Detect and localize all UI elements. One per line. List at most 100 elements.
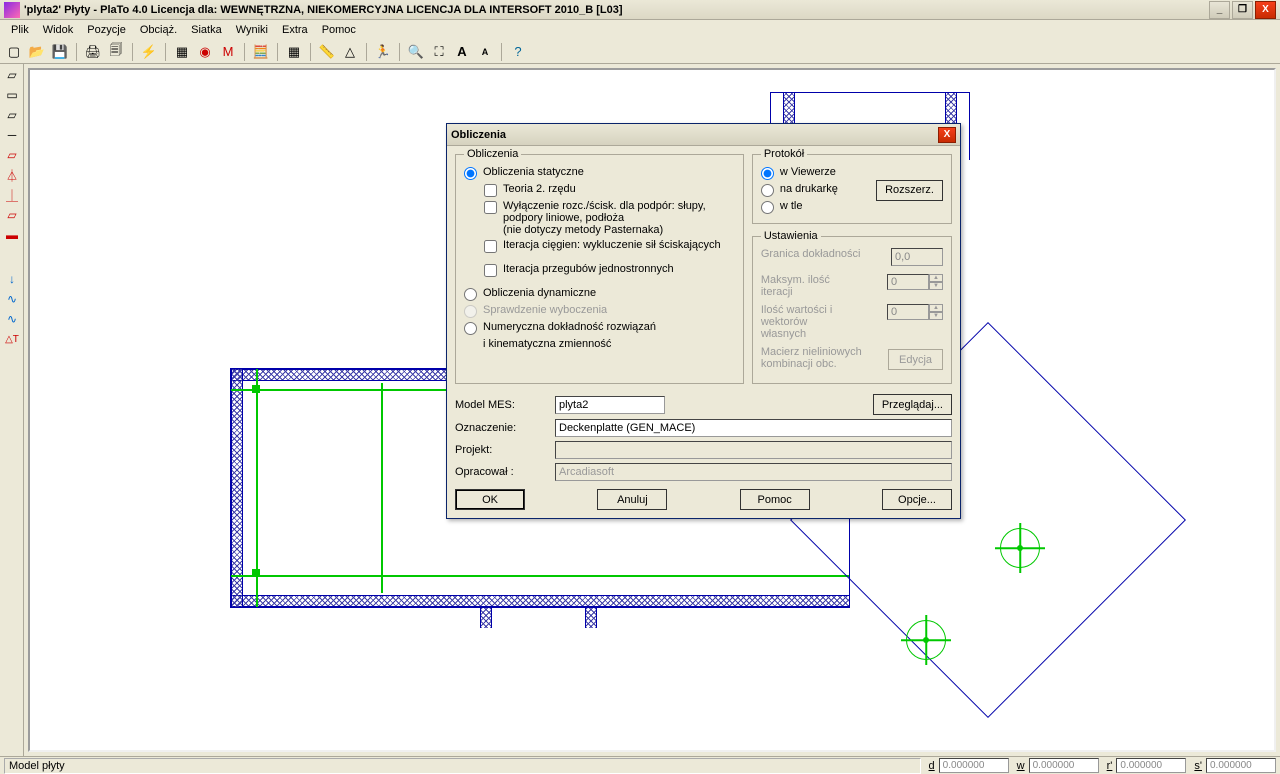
red-line-icon[interactable]: ▱ bbox=[2, 206, 22, 224]
save-icon[interactable]: 💾 bbox=[50, 42, 70, 62]
radio-print[interactable] bbox=[761, 184, 774, 197]
delta-t-icon[interactable]: △T bbox=[2, 330, 22, 348]
label-macierz: Macierz nieliniowych kombinacji obc. bbox=[761, 346, 871, 370]
status-w-label: w bbox=[1017, 760, 1025, 772]
label-theory: Teoria 2. rzędu bbox=[503, 183, 576, 195]
wizard-icon[interactable]: ⚡ bbox=[139, 42, 159, 62]
button-anuluj[interactable]: Anuluj bbox=[597, 489, 667, 510]
print-preview-icon[interactable]: 🗐 bbox=[106, 42, 126, 62]
spin-ilosc: ▲▼ bbox=[887, 304, 943, 320]
label-iter-cieg: Iteracja cięgien: wykluczenie sił ściska… bbox=[503, 239, 721, 251]
button-przegladaj[interactable]: Przeglądaj... bbox=[873, 394, 952, 415]
radio-stab bbox=[464, 305, 477, 318]
edge2-tool-icon[interactable]: ▭ bbox=[2, 86, 22, 104]
curve-icon[interactable]: ∿ bbox=[2, 290, 22, 308]
check-iter-przeg[interactable] bbox=[484, 264, 497, 277]
run-icon[interactable]: 🏃 bbox=[373, 42, 393, 62]
m-icon[interactable]: M bbox=[218, 42, 238, 62]
arrow-down-icon[interactable]: ↓ bbox=[2, 270, 22, 288]
menubar: Plik Widok Pozycje Obciąż. Siatka Wyniki… bbox=[0, 20, 1280, 40]
label-projekt: Projekt: bbox=[455, 444, 555, 456]
menu-widok[interactable]: Widok bbox=[36, 22, 81, 38]
radio-dynamic[interactable] bbox=[464, 288, 477, 301]
check-theory[interactable] bbox=[484, 184, 497, 197]
label-dynamic: Obliczenia dynamiczne bbox=[483, 287, 596, 299]
print-icon[interactable]: 🖨 bbox=[83, 42, 103, 62]
check-wylacz[interactable] bbox=[484, 201, 497, 214]
menu-siatka[interactable]: Siatka bbox=[184, 22, 229, 38]
menu-extra[interactable]: Extra bbox=[275, 22, 315, 38]
menu-pomoc[interactable]: Pomoc bbox=[315, 22, 363, 38]
dialog-title: Obliczenia bbox=[451, 129, 938, 141]
button-opcje[interactable]: Opcje... bbox=[882, 489, 952, 510]
label-granica: Granica dokładności bbox=[761, 248, 861, 260]
zoom-icon[interactable]: 🔍 bbox=[406, 42, 426, 62]
button-rozszerz[interactable]: Rozszerz. bbox=[876, 180, 943, 201]
input-ozn[interactable] bbox=[555, 419, 952, 437]
support-h-icon[interactable]: ⏊ bbox=[2, 186, 22, 204]
label-maks: Maksym. ilość iteracji bbox=[761, 274, 851, 298]
status-d bbox=[939, 758, 1009, 773]
radio-static[interactable] bbox=[464, 167, 477, 180]
dialog-close-icon[interactable]: X bbox=[938, 127, 956, 143]
input-granica bbox=[891, 248, 943, 266]
button-edycja: Edycja bbox=[888, 349, 943, 370]
button-ok[interactable]: OK bbox=[455, 489, 525, 510]
status-s-label: s' bbox=[1194, 760, 1202, 772]
close-button[interactable]: X bbox=[1255, 1, 1276, 19]
status-r bbox=[1116, 758, 1186, 773]
radio-numeric[interactable] bbox=[464, 322, 477, 335]
new-icon[interactable]: ▢ bbox=[4, 42, 24, 62]
open-icon[interactable]: 📂 bbox=[27, 42, 47, 62]
menu-obciaz[interactable]: Obciąż. bbox=[133, 22, 184, 38]
menu-wyniki[interactable]: Wyniki bbox=[229, 22, 275, 38]
font-large-icon[interactable]: A bbox=[452, 42, 472, 62]
left-toolbar: ▱ ▭ ▱ ─ ▱ ⏃ ⏊ ▱ ▬ ↓ ∿ ∿ △T bbox=[0, 64, 24, 756]
label-stab: Sprawdzenie wyboczenia bbox=[483, 304, 607, 316]
toolbar: ▢ 📂 💾 🖨 🗐 ⚡ ▦ ◉ M 🧮 ▦ 📏 △ 🏃 🔍 ⛶ A A ? bbox=[0, 40, 1280, 64]
red-edge-icon[interactable]: ▱ bbox=[2, 146, 22, 164]
dialog-titlebar[interactable]: Obliczenia X bbox=[447, 124, 960, 146]
label-numeric: Numeryczna dokładność rozwiązań bbox=[483, 321, 656, 333]
label-iter-przeg: Iteracja przegubów jednostronnych bbox=[503, 263, 674, 275]
status-s bbox=[1206, 758, 1276, 773]
status-d-label: d bbox=[929, 760, 935, 772]
mesh-icon[interactable]: ▦ bbox=[284, 42, 304, 62]
red-bar-icon[interactable]: ▬ bbox=[2, 226, 22, 244]
statusbar: Model płyty d w r' s' bbox=[0, 756, 1280, 774]
check-iter-cieg[interactable] bbox=[484, 240, 497, 253]
radio-bg[interactable] bbox=[761, 201, 774, 214]
label-wylacz: Wyłączenie rozc./ścisk. dla podpór: słup… bbox=[503, 200, 735, 236]
measure-icon[interactable]: 📏 bbox=[317, 42, 337, 62]
label-print: na drukarkę bbox=[780, 183, 838, 195]
maximize-button[interactable]: ❐ bbox=[1232, 1, 1253, 19]
spin-maks: ▲▼ bbox=[887, 274, 943, 290]
status-w bbox=[1029, 758, 1099, 773]
curve2-icon[interactable]: ∿ bbox=[2, 310, 22, 328]
input-projekt bbox=[555, 441, 952, 459]
window-title: 'plyta2' Płyty - PlaTo 4.0 Licencja dla:… bbox=[24, 4, 1207, 16]
minimize-button[interactable]: _ bbox=[1209, 1, 1230, 19]
label-bg: w tle bbox=[780, 200, 803, 212]
radio-viewer[interactable] bbox=[761, 167, 774, 180]
input-model[interactable] bbox=[555, 396, 665, 414]
button-pomoc[interactable]: Pomoc bbox=[740, 489, 810, 510]
dialog-obliczenia: Obliczenia X Obliczenia Obliczenia staty… bbox=[446, 123, 961, 519]
label-viewer: w Viewerze bbox=[780, 166, 836, 178]
group-calc-legend: Obliczenia bbox=[464, 148, 521, 160]
menu-plik[interactable]: Plik bbox=[4, 22, 36, 38]
edge3-tool-icon[interactable]: ▱ bbox=[2, 106, 22, 124]
calc-icon[interactable]: 🧮 bbox=[251, 42, 271, 62]
grid-icon[interactable]: ▦ bbox=[172, 42, 192, 62]
help-icon[interactable]: ? bbox=[508, 42, 528, 62]
font-small-icon[interactable]: A bbox=[475, 42, 495, 62]
app-icon bbox=[4, 2, 20, 18]
edge-tool-icon[interactable]: ▱ bbox=[2, 66, 22, 84]
status-left: Model płyty bbox=[4, 758, 921, 774]
menu-pozycje[interactable]: Pozycje bbox=[80, 22, 133, 38]
zoom-extents-icon[interactable]: ⛶ bbox=[429, 42, 449, 62]
node-icon[interactable]: ◉ bbox=[195, 42, 215, 62]
line-tool-icon[interactable]: ─ bbox=[2, 126, 22, 144]
angle-icon[interactable]: △ bbox=[340, 42, 360, 62]
support-v-icon[interactable]: ⏃ bbox=[2, 166, 22, 184]
